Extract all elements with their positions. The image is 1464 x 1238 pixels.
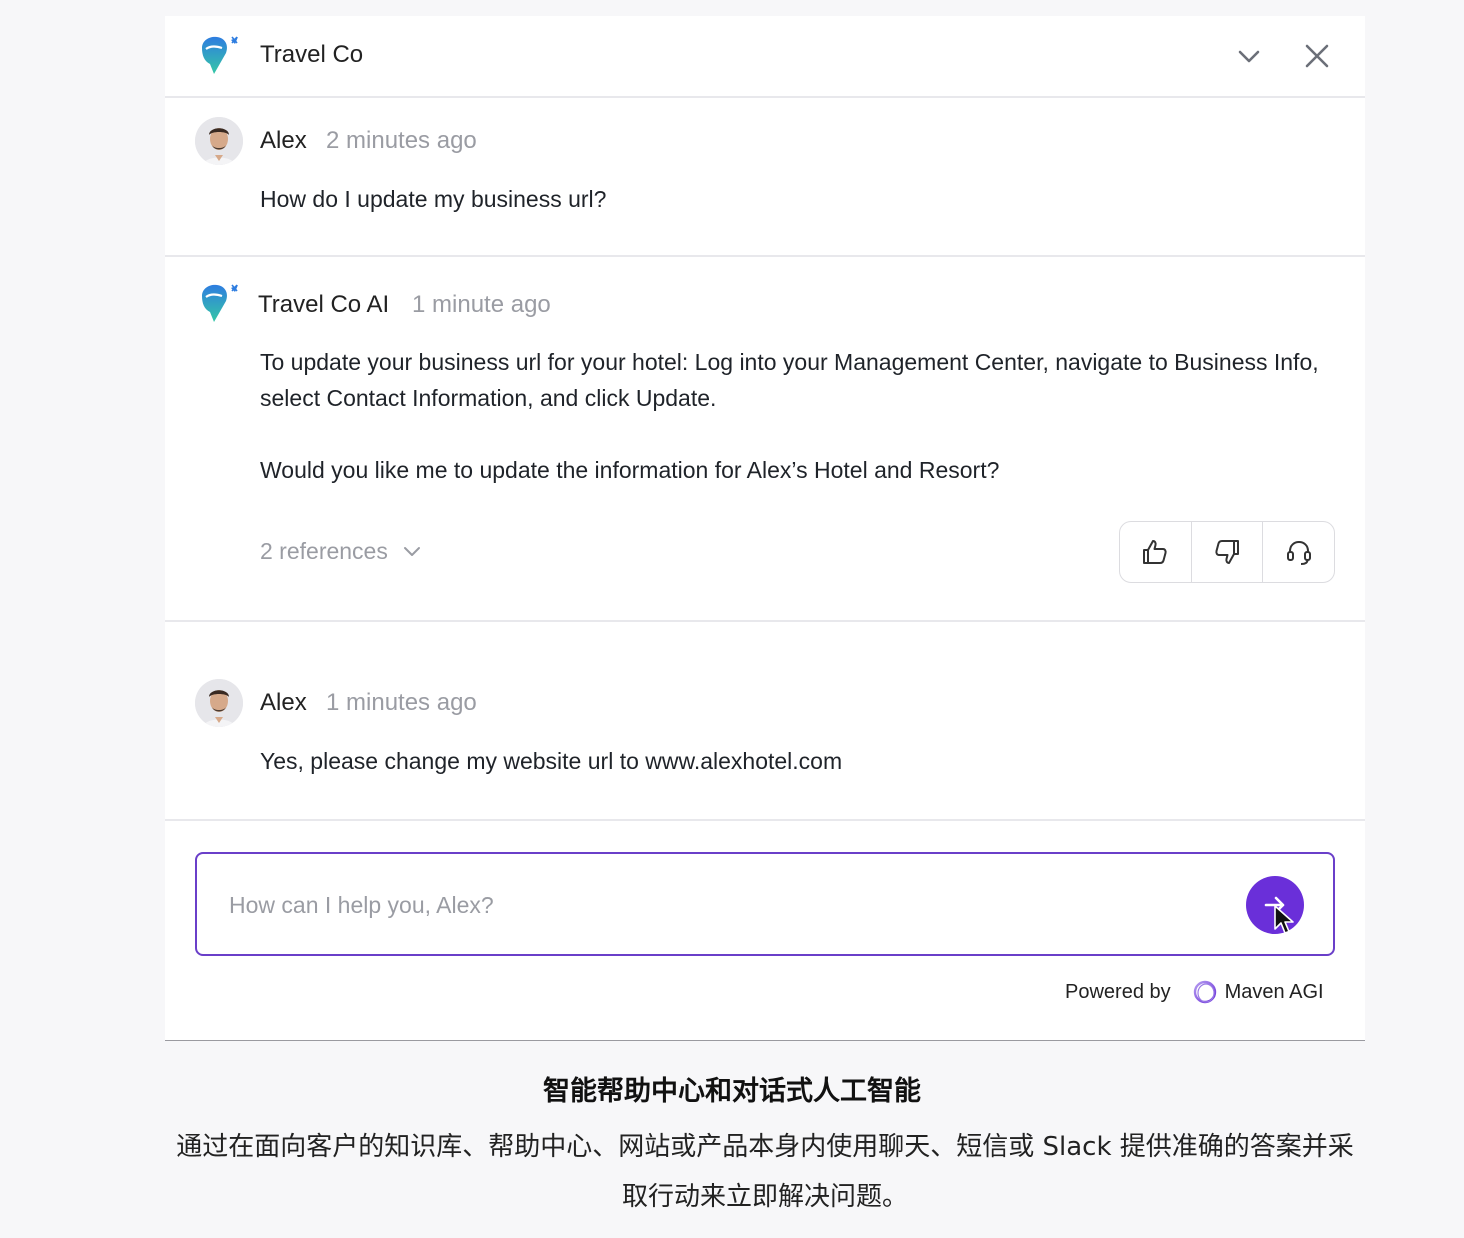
thumbs-up-icon [1143, 540, 1167, 564]
references-toggle[interactable]: 2 references [260, 536, 422, 566]
message-time: 1 minutes ago [326, 689, 477, 716]
maven-agi-link[interactable]: Maven AGI [1191, 978, 1324, 1006]
mouse-cursor-icon [1274, 905, 1294, 934]
thumbs-down-button[interactable] [1192, 522, 1264, 582]
message-input[interactable] [227, 884, 1231, 926]
divider [165, 620, 1365, 622]
sender-name: Alex [260, 689, 307, 716]
close-button[interactable] [1299, 38, 1335, 74]
feedback-group [1119, 521, 1335, 583]
maven-logo-icon [1193, 980, 1216, 1004]
references-label: 2 references [260, 538, 388, 564]
header-title: Travel Co [260, 41, 364, 68]
caption-title: 智能帮助中心和对话式人工智能 [543, 1076, 921, 1107]
chat-widget: Travel Co Alex 2 minutes ago How do I up… [165, 16, 1365, 1041]
message-text: Yes, please change my website url to www… [260, 748, 843, 774]
thumbs-down-icon [1215, 540, 1239, 564]
message-composer [195, 852, 1335, 956]
sender-name: Travel Co AI [258, 291, 390, 318]
message-time: 1 minute ago [412, 291, 551, 318]
powered-by-label: Powered by [1065, 981, 1171, 1003]
powered-by: Powered by Maven AGI [1065, 978, 1324, 1006]
travel-co-logo [198, 34, 242, 78]
chevron-down-icon [403, 547, 420, 556]
message-text: To update your business url for your hot… [260, 349, 1319, 411]
message-text: Would you like me to update the informat… [260, 457, 1000, 483]
maven-agi-label: Maven AGI [1224, 981, 1324, 1003]
headset-icon [1286, 540, 1311, 565]
message-time: 2 minutes ago [326, 127, 477, 154]
collapse-button[interactable] [1231, 38, 1267, 74]
close-icon [1305, 44, 1329, 68]
avatar [195, 117, 243, 165]
sender-name: Alex [260, 127, 307, 154]
message-text: How do I update my business url? [260, 186, 607, 212]
divider [165, 819, 1365, 821]
avatar [195, 679, 243, 727]
chevron-down-icon [1238, 50, 1260, 63]
thumbs-up-button[interactable] [1120, 522, 1192, 582]
chat-header: Travel Co [165, 16, 1365, 98]
caption-body: 通过在面向客户的知识库、帮助中心、网站或产品本身内使用聊天、短信或 Slack … [176, 1132, 1354, 1212]
ai-avatar-logo [198, 282, 242, 326]
divider [165, 255, 1365, 257]
talk-to-agent-button[interactable] [1263, 522, 1334, 582]
